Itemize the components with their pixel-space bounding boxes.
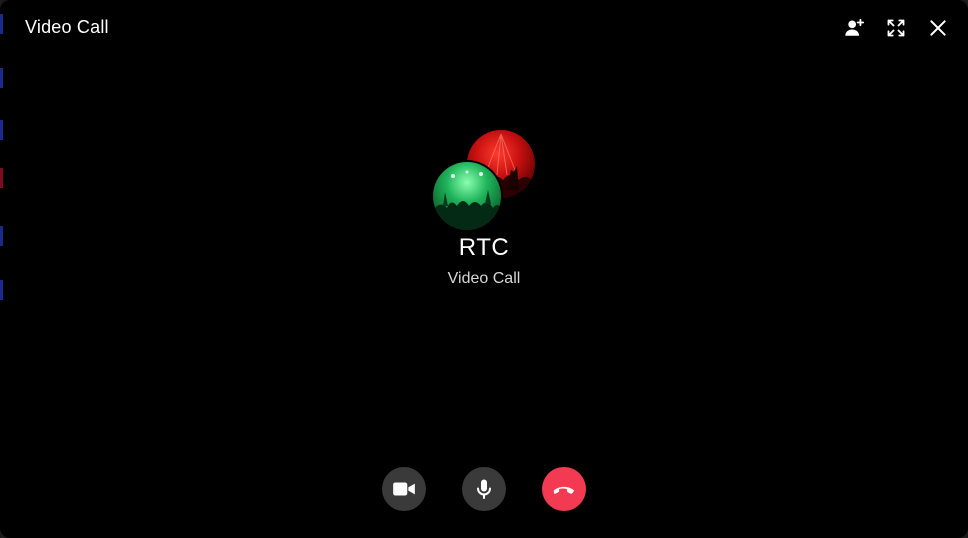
camera-toggle-button[interactable] bbox=[382, 467, 426, 511]
video-call-window: Video Call RTC Video Call bbox=[0, 0, 968, 538]
fullscreen-icon bbox=[887, 19, 905, 37]
avatar-group bbox=[433, 128, 535, 230]
window-title: Video Call bbox=[25, 17, 109, 37]
background-app-sliver bbox=[0, 68, 3, 88]
microphone-icon bbox=[477, 479, 491, 499]
concert-green-image bbox=[433, 170, 501, 230]
fullscreen-button[interactable] bbox=[884, 16, 908, 40]
title-bar: Video Call bbox=[0, 0, 968, 58]
phone-hangup-icon bbox=[553, 486, 575, 494]
add-participant-button[interactable] bbox=[842, 16, 866, 40]
avatar bbox=[433, 162, 501, 230]
hang-up-button[interactable] bbox=[542, 467, 586, 511]
close-icon bbox=[930, 20, 946, 36]
person-add-icon bbox=[845, 18, 865, 36]
call-controls bbox=[0, 467, 968, 511]
caller-name: RTC bbox=[458, 234, 510, 261]
call-type-label: Video Call bbox=[447, 270, 521, 287]
close-button[interactable] bbox=[926, 16, 950, 40]
caller-info: RTC Video Call bbox=[0, 128, 968, 288]
video-camera-icon bbox=[393, 482, 415, 496]
window-actions bbox=[842, 16, 950, 40]
microphone-toggle-button[interactable] bbox=[462, 467, 506, 511]
